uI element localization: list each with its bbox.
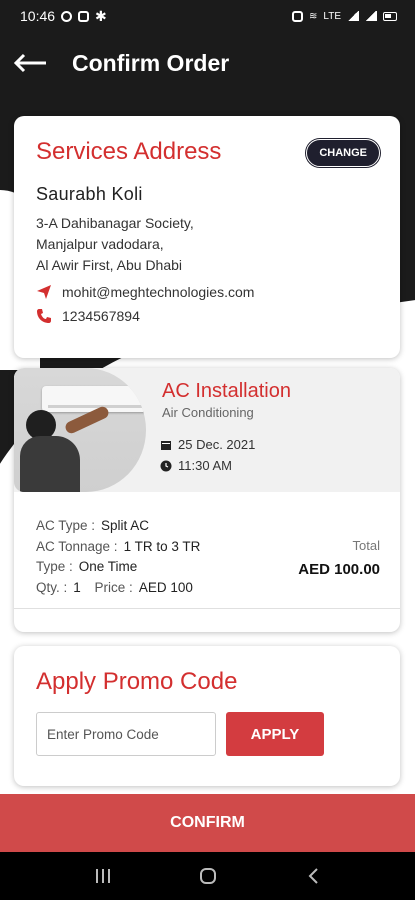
service-date: 25 Dec. 2021 [178, 437, 256, 452]
page-title: Confirm Order [72, 49, 230, 76]
ac-unit-illustration [42, 386, 146, 412]
change-address-button[interactable]: CHANGE [306, 139, 380, 167]
qty-price-row: Qty. : 1 Price : AED 100 [36, 578, 200, 599]
tonnage-row: AC Tonnage : 1 TR to 3 TR [36, 537, 200, 558]
price-value: AED 100 [138, 579, 193, 595]
type-label: Type : [36, 559, 73, 574]
promo-section-title: Apply Promo Code [36, 668, 238, 695]
wifi-icon: ≋ [309, 10, 318, 22]
tonnage-value: 1 TR to 3 TR [123, 538, 201, 554]
home-button[interactable] [188, 856, 228, 896]
total-label: Total [352, 538, 380, 553]
phone-row: 1234567894 [36, 308, 378, 324]
network-type: LTE [323, 10, 341, 22]
recent-apps-icon [95, 869, 110, 883]
whatsapp-icon [61, 10, 73, 22]
confirm-button[interactable]: CONFIRM [0, 794, 415, 852]
service-details: AC Type : Split AC AC Tonnage : 1 TR to 3 … [36, 516, 200, 598]
address-line: Manjalpur vadodara, [36, 236, 164, 252]
services-address-card: Services Address CHANGE Saurabh Koli 3-A… [14, 116, 400, 358]
ac-type-row: AC Type : Split AC [36, 516, 200, 537]
alarm-icon [292, 10, 303, 22]
service-date-row: 25 Dec. 2021 [160, 437, 255, 452]
apply-promo-button[interactable]: APPLY [226, 712, 324, 756]
address-lines: 3-A Dahibanagar Society, Manjalpur vadod… [36, 213, 378, 276]
app-header: Confirm Order [0, 36, 415, 90]
signal-icon [347, 11, 359, 21]
service-time: 11:30 AM [178, 458, 232, 473]
service-category: Air Conditioning [162, 405, 254, 420]
service-header: AC Installation Air Conditioning 25 Dec.… [14, 368, 400, 492]
address-line: 3-A Dahibanagar Society, [36, 215, 194, 231]
system-nav-bar [0, 852, 415, 900]
phone-icon [36, 308, 52, 324]
ac-type-label: AC Type : [36, 518, 96, 533]
settings-icon: ✱ [95, 7, 107, 24]
signal-icon-2 [365, 11, 377, 21]
clock-icon [160, 460, 172, 471]
home-icon [199, 868, 216, 884]
promo-code-card: Apply Promo Code APPLY [14, 646, 400, 786]
tonnage-label: AC Tonnage : [36, 538, 118, 554]
battery-icon [383, 11, 397, 21]
price-label: Price : [94, 579, 133, 595]
recent-apps-button[interactable] [83, 856, 123, 896]
service-image [14, 368, 146, 492]
calendar-icon [161, 440, 171, 450]
email-row: mohit@meghtechnologies.com [36, 284, 378, 300]
service-title: AC Installation [162, 380, 291, 402]
gallery-icon [78, 10, 90, 22]
address-line: Al Awir First, Abu Dhabi [36, 257, 183, 273]
service-item-card: AC Installation Air Conditioning 25 Dec.… [14, 368, 400, 632]
send-icon [36, 284, 52, 300]
promo-code-input[interactable] [36, 712, 216, 756]
type-value: One Time [78, 559, 138, 574]
customer-name: Saurabh Koli [36, 184, 143, 204]
phone-text: 1234567894 [62, 308, 140, 324]
qty-label: Qty. : [36, 579, 68, 595]
total-value: AED 100.00 [298, 561, 380, 578]
status-bar: 10:46 ✱ ≋ LTE [0, 0, 415, 32]
type-row: Type : One Time [36, 557, 200, 578]
email-text: mohit@meghtechnologies.com [62, 284, 255, 300]
ac-type-value: Split AC [101, 518, 150, 533]
back-nav-button[interactable] [293, 856, 333, 896]
chevron-left-icon [308, 868, 318, 884]
qty-value: 1 [73, 579, 81, 595]
service-time-row: 11:30 AM [160, 458, 232, 473]
status-time: 10:46 [20, 8, 56, 24]
back-button[interactable] [8, 43, 52, 83]
divider [14, 608, 400, 609]
technician-body [20, 436, 80, 492]
arrow-left-icon [13, 53, 46, 73]
